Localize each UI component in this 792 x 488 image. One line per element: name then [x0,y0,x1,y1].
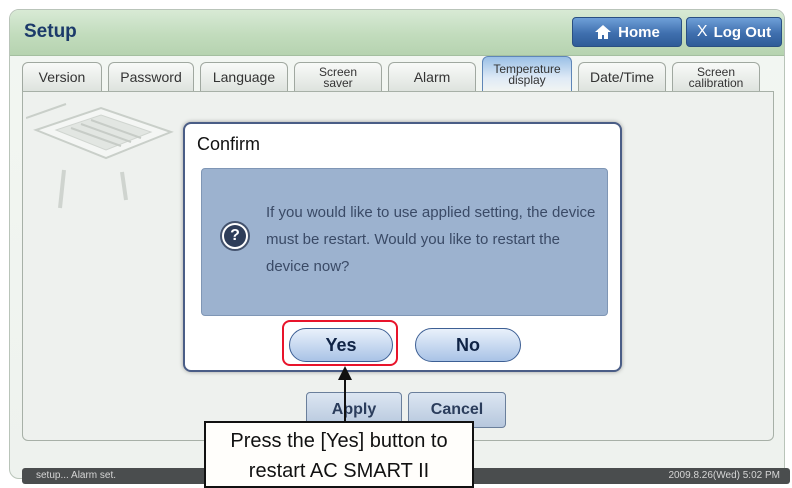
tab-label: Language [212,69,276,85]
status-datetime: 2009.8.26(Wed) 5:02 PM [668,470,780,481]
question-icon: ? [220,221,250,251]
callout-line1: Press the [Yes] button to [230,430,448,452]
tab-label: Password [120,69,182,85]
logout-label: Log Out [713,23,772,41]
tab-screen-calibration[interactable]: Screen calibration [672,62,760,92]
tab-label-line2: saver [323,75,353,90]
tab-date-time[interactable]: Date/Time [578,62,666,92]
dialog-message: If you would like to use applied setting… [266,204,596,275]
logout-button[interactable]: X Log Out [686,17,782,47]
callout-arrow-line [344,376,346,422]
home-button[interactable]: Home [572,17,682,47]
instruction-callout: Press the [Yes] button to restart AC SMA… [204,421,474,488]
home-label: Home [618,23,660,41]
dialog-title: Confirm [197,134,261,154]
home-icon [595,25,612,39]
tab-label: Version [38,69,86,85]
page-title: Setup [24,21,77,42]
question-icon-glyph: ? [224,225,246,247]
tab-password[interactable]: Password [108,62,194,92]
close-icon: X [696,23,708,40]
callout-line2: restart AC SMART II [248,460,430,482]
tab-temperature-display[interactable]: Temperature display [482,56,572,92]
ac-unit-image [26,103,174,209]
header-bar: Setup Home X Log Out [10,10,784,56]
tab-label-line2: calibration [688,75,744,90]
tab-label: Date/Time [589,69,655,85]
no-button[interactable]: No [415,328,521,362]
tab-version[interactable]: Version [22,62,102,92]
tab-alarm[interactable]: Alarm [388,62,476,92]
tab-label-line2: display [508,72,546,87]
dialog-message-panel: ? If you would like to use applied setti… [201,168,608,316]
setup-tabs: Version Password Language Screen saver A… [22,56,772,92]
yes-button-highlight [282,320,398,366]
confirm-dialog: Confirm ? If you would like to use appli… [183,122,622,372]
tab-label: Alarm [413,69,451,85]
tab-screen-saver[interactable]: Screen saver [294,62,382,92]
tab-language[interactable]: Language [200,62,288,92]
status-message: setup... Alarm set. [36,470,117,481]
